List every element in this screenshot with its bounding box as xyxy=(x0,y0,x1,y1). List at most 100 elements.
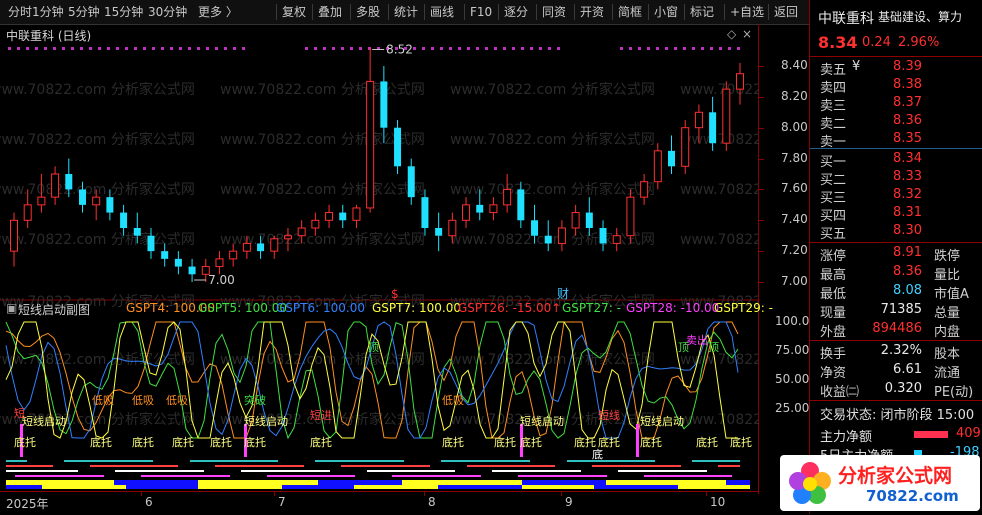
high-label: 8.52 xyxy=(386,42,413,56)
band-segment xyxy=(58,470,59,472)
bid-row[interactable]: 买二 8.33 xyxy=(810,169,982,188)
band-segment xyxy=(39,475,40,477)
chart-settings-icon[interactable]: ◇ xyxy=(727,27,736,41)
band-segment xyxy=(690,475,691,477)
chart-close-icon[interactable]: × xyxy=(742,27,752,41)
band-segment xyxy=(115,460,116,462)
legend-collapse-icon[interactable]: ▣ xyxy=(6,301,17,315)
band-segment xyxy=(392,460,393,462)
band-segment xyxy=(222,475,223,477)
toolbar-item[interactable]: 分时 xyxy=(8,4,32,20)
band-segment xyxy=(328,470,329,472)
trend-band xyxy=(210,480,222,485)
ask-row[interactable]: 卖四 8.38 xyxy=(810,77,982,96)
toolbar-item[interactable]: 同资 xyxy=(542,4,566,20)
price-tick-mark xyxy=(759,158,764,160)
band-segment xyxy=(119,465,120,467)
toolbar-item[interactable]: 30分钟 xyxy=(148,4,187,20)
band-segment xyxy=(493,470,494,472)
band-segment xyxy=(117,465,118,467)
band-segment xyxy=(546,475,547,477)
band-segment xyxy=(575,475,576,477)
band-segment xyxy=(726,465,727,467)
bid-row[interactable]: 买四 8.31 xyxy=(810,205,982,224)
band-segment xyxy=(128,460,129,462)
trend-band xyxy=(90,485,102,489)
toolbar-item[interactable]: 1分钟 xyxy=(32,4,64,20)
trend-band xyxy=(246,480,258,485)
candle-body xyxy=(394,127,402,167)
band-segment xyxy=(165,475,166,477)
bid-row[interactable]: 买一 8.34 xyxy=(810,151,982,170)
band-segment xyxy=(732,460,733,462)
band-segment xyxy=(739,465,740,467)
toolbar-item[interactable]: 15分钟 xyxy=(104,4,143,20)
toolbar-item[interactable]: 复权 xyxy=(282,4,306,20)
watermark-text: www.70822.com 分析家公式网 xyxy=(220,181,425,198)
bid-row[interactable]: 买五 8.30 xyxy=(810,223,982,242)
toolbar-item[interactable]: 画线 xyxy=(430,4,454,20)
signal-dot xyxy=(494,47,497,50)
signal-dot xyxy=(332,47,335,50)
band-segment xyxy=(90,475,91,477)
ask-row[interactable]: 卖二 8.36 xyxy=(810,113,982,132)
toolbar-item[interactable]: 逐分 xyxy=(504,4,528,20)
toolbar-item[interactable]: 小窗 xyxy=(654,4,678,20)
band-segment xyxy=(254,460,255,462)
band-segment xyxy=(519,460,520,462)
legend-item: GSPT26: -15.00↑ xyxy=(458,301,562,315)
band-segment xyxy=(174,475,175,477)
band-segment xyxy=(622,465,623,467)
trend-band xyxy=(738,480,750,485)
band-segment xyxy=(653,475,654,477)
trend-band xyxy=(6,485,18,489)
toolbar-item[interactable]: 开资 xyxy=(580,4,604,20)
band-segment xyxy=(718,475,719,477)
band-segment xyxy=(440,475,441,477)
band-segment xyxy=(716,460,717,462)
toolbar-item[interactable]: F10 xyxy=(470,4,492,20)
band-segment xyxy=(240,460,241,462)
toolbar-item[interactable]: 5分钟 xyxy=(68,4,100,20)
band-segment xyxy=(417,470,418,472)
toolbar-item[interactable]: 叠加 xyxy=(318,4,342,20)
band-segment xyxy=(44,470,45,472)
event-marker-finance[interactable]: 财 xyxy=(557,287,569,301)
event-marker-s[interactable]: $ xyxy=(391,287,399,301)
candlestick-chart[interactable]: www.70822.com 分析家公式网 www.70822.com 分析家公式网… xyxy=(0,24,758,494)
ask-row[interactable]: 卖五 8.39 ¥ xyxy=(810,59,982,78)
toolbar-item[interactable]: 统计 xyxy=(394,4,418,20)
toolbar-item[interactable]: 多股 xyxy=(356,4,380,20)
band-segment xyxy=(262,460,263,462)
band-segment xyxy=(37,465,38,467)
band-segment xyxy=(52,465,53,467)
band-segment xyxy=(418,465,419,467)
ask-row[interactable]: 卖三 8.37 xyxy=(810,95,982,114)
bid-row[interactable]: 买三 8.32 xyxy=(810,187,982,206)
trend-band xyxy=(618,480,630,485)
toolbar-item[interactable]: 简框 xyxy=(618,4,642,20)
band-segment xyxy=(520,465,521,467)
trend-band xyxy=(330,480,342,485)
band-segment xyxy=(593,465,594,467)
toolbar-item[interactable]: +自选 xyxy=(730,4,764,20)
band-segment xyxy=(619,470,620,472)
band-segment xyxy=(141,475,142,477)
band-segment xyxy=(436,470,437,472)
band-segment xyxy=(487,460,488,462)
logo-url: 70822.com xyxy=(866,487,959,505)
band-segment xyxy=(574,460,575,462)
toolbar-item[interactable]: 标记 xyxy=(690,4,714,20)
band-segment xyxy=(584,460,585,462)
band-segment xyxy=(700,460,701,462)
band-segment xyxy=(49,465,50,467)
band-segment xyxy=(387,465,388,467)
band-segment xyxy=(116,465,117,467)
watermark-text: www.70822.com 分析家公式网 xyxy=(450,231,655,248)
toolbar-item[interactable]: 更多 〉 xyxy=(198,4,238,20)
band-segment xyxy=(485,465,486,467)
candle-body xyxy=(599,228,607,244)
band-segment xyxy=(274,465,275,467)
toolbar-item[interactable]: 返回 xyxy=(774,4,798,20)
band-segment xyxy=(604,460,605,462)
